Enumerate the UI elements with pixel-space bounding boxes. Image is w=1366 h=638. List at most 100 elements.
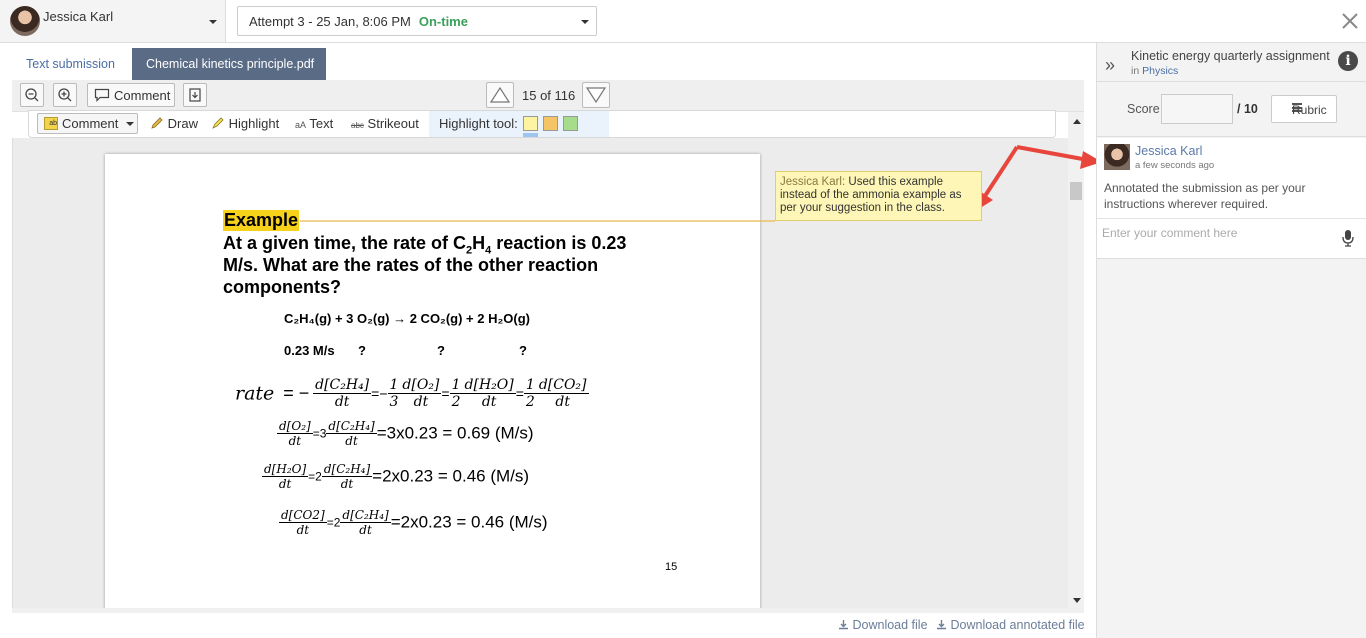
draw-tool[interactable]: Draw xyxy=(150,116,198,131)
strikeout-tool-label: Strikeout xyxy=(367,116,419,131)
commenter-avatar xyxy=(1104,144,1130,170)
sticky-note-icon: ab xyxy=(44,117,58,130)
rate-unknown-h2o: ? xyxy=(519,343,527,358)
speech-bubble-icon xyxy=(94,88,110,102)
close-icon[interactable] xyxy=(1338,9,1362,33)
student-avatar xyxy=(10,6,40,36)
annotation-author: Jessica Karl: xyxy=(780,176,846,188)
horizontal-scrollbar[interactable] xyxy=(12,608,1084,613)
download-annotated-link[interactable]: Download annotated file xyxy=(936,618,1085,632)
q1c: reaction is 0.23 xyxy=(491,233,627,253)
comment-toggle-button[interactable]: Comment xyxy=(87,83,175,107)
comment-text: Annotated the submission as per your ins… xyxy=(1104,181,1306,211)
download-annotated-label: Download annotated file xyxy=(950,618,1085,632)
tab-text-submission[interactable]: Text submission xyxy=(12,48,129,80)
strikeout-tool-icon: abc xyxy=(351,121,364,130)
attempt-text: Attempt 3 - 25 Jan, 8:06 PM xyxy=(249,14,411,29)
frac-c2h4: d[C₂H₄] dt xyxy=(313,377,372,410)
comment-time: a few seconds ago xyxy=(1135,160,1215,171)
reaction-equation: C₂H₄(g) + 3 O₂(g) → 2 CO₂(g) + 2 H₂O(g) xyxy=(284,311,530,326)
assignment-title: Kinetic energy quarterly assignment xyxy=(1131,49,1330,63)
student-selector[interactable]: Jessica Karl xyxy=(0,0,226,42)
score-row: Score / 10 Rubric xyxy=(1097,83,1366,137)
microphone-icon[interactable] xyxy=(1342,229,1354,247)
annotation-sticky-note[interactable]: Jessica Karl: Used this example instead … xyxy=(775,171,982,221)
highlight-tool-caption: Highlight tool: xyxy=(439,116,518,131)
viewer-toolbar: Comment 15 of 116 xyxy=(12,80,1084,112)
download-icon xyxy=(189,88,201,102)
question-line-2: M/s. What are the rates of the other rea… xyxy=(223,255,599,275)
annotation-toolbar: ab Comment Draw Highlight aA Text abc St… xyxy=(28,110,1056,138)
course-prefix: in xyxy=(1131,65,1140,77)
pencil-icon xyxy=(151,117,163,129)
student-name: Jessica Karl xyxy=(43,9,114,24)
chevron-down-icon xyxy=(126,122,134,126)
next-page-button[interactable] xyxy=(582,82,610,108)
rate-equation: rate = − d[C₂H₄] dt =− 1 3 d[O₂] dt = 1 2 d[H₂O] dt… xyxy=(235,377,589,410)
comment-card: Jessica Karl a few seconds ago Annotated… xyxy=(1097,138,1366,259)
comment-placeholder: Enter your comment here xyxy=(1102,226,1238,240)
annotation-comment-dropdown[interactable]: ab Comment xyxy=(37,113,138,134)
scroll-thumb[interactable] xyxy=(1070,182,1082,200)
download-icon xyxy=(839,620,848,630)
chevron-down-icon xyxy=(581,20,589,24)
highlighted-heading[interactable]: Example xyxy=(223,210,300,231)
frac-co2: d[CO₂] dt xyxy=(536,377,589,410)
pdf-page: Example At a given time, the rate of C2H… xyxy=(105,154,760,608)
course-label: in Physics xyxy=(1131,65,1178,77)
swatch-orange[interactable] xyxy=(543,116,558,131)
zoom-in-button[interactable] xyxy=(53,83,77,107)
top-bar: Jessica Karl Attempt 3 - 25 Jan, 8:06 PM… xyxy=(0,0,1366,43)
score-max: / 10 xyxy=(1237,102,1258,116)
rate-known: 0.23 M/s xyxy=(284,343,335,358)
zoom-in-icon xyxy=(58,88,72,102)
frac-h2o: d[H₂O] dt xyxy=(462,377,516,410)
equation-h2o: d[H₂O] dt =2 d[C₂H₄] dt =2x0.23 = 0.46 (M/s) xyxy=(262,462,530,491)
triangle-down-icon xyxy=(585,87,607,104)
text-tool-icon: aA xyxy=(295,120,307,130)
highlight-tool[interactable]: Highlight xyxy=(211,116,279,131)
tab-pdf-file[interactable]: Chemical kinetics principle.pdf xyxy=(132,48,326,80)
text-tool-label: Text xyxy=(309,116,334,131)
comment-input[interactable]: Enter your comment here xyxy=(1097,218,1366,258)
attempt-label: Attempt 3 - 25 Jan, 8:06 PM On-time xyxy=(249,14,468,29)
download-file-link[interactable]: Download file xyxy=(838,618,928,632)
question-line-3: components? xyxy=(223,277,342,297)
rubric-label: Rubric xyxy=(1292,103,1327,117)
info-icon[interactable]: i xyxy=(1338,51,1358,71)
vertical-scrollbar[interactable] xyxy=(1068,112,1084,608)
scroll-up-icon[interactable] xyxy=(1073,119,1081,124)
download-file-label: Download file xyxy=(852,618,928,632)
document-viewer: Text submission Chemical kinetics princi… xyxy=(0,43,1096,638)
commenter-name[interactable]: Jessica Karl xyxy=(1135,144,1202,158)
equation-o2: d[O₂] dt =3 d[C₂H₄] dt =3x0.23 = 0.69 (M/s) xyxy=(277,419,534,448)
rubric-button[interactable]: Rubric xyxy=(1271,95,1337,123)
draw-tool-label: Draw xyxy=(167,116,198,131)
text-tool[interactable]: aA Text xyxy=(295,116,333,131)
selected-swatch-indicator xyxy=(523,133,538,137)
double-chevron-right-icon[interactable]: » xyxy=(1105,55,1115,76)
zoom-out-button[interactable] xyxy=(20,83,44,107)
page-number: 15 xyxy=(665,561,678,573)
highlight-tool-label: Highlight xyxy=(228,116,280,131)
strikeout-tool[interactable]: abc Strikeout xyxy=(351,116,419,131)
zoom-out-icon xyxy=(25,88,39,102)
annotation-comment-label: Comment xyxy=(62,116,119,131)
q1b: H xyxy=(472,233,486,253)
course-name[interactable]: Physics xyxy=(1142,65,1178,77)
q1a: At a given time, the rate of C xyxy=(223,233,467,253)
chevron-down-icon xyxy=(209,20,217,24)
highlight-color-picker: Highlight tool: xyxy=(429,111,609,137)
previous-page-button[interactable] xyxy=(486,82,514,108)
score-input[interactable] xyxy=(1161,94,1233,124)
swatch-yellow[interactable] xyxy=(523,116,538,131)
grading-panel: » Kinetic energy quarterly assignment in… xyxy=(1096,43,1366,638)
comment-toggle-label: Comment xyxy=(114,88,171,103)
attempt-selector[interactable]: Attempt 3 - 25 Jan, 8:06 PM On-time xyxy=(237,6,597,36)
swatch-green[interactable] xyxy=(563,116,578,131)
rate-unknown-co2: ? xyxy=(437,343,445,358)
download-button[interactable] xyxy=(183,83,207,107)
scroll-down-icon[interactable] xyxy=(1073,598,1081,603)
download-icon xyxy=(937,620,946,630)
assignment-header: » Kinetic energy quarterly assignment in… xyxy=(1097,43,1366,82)
